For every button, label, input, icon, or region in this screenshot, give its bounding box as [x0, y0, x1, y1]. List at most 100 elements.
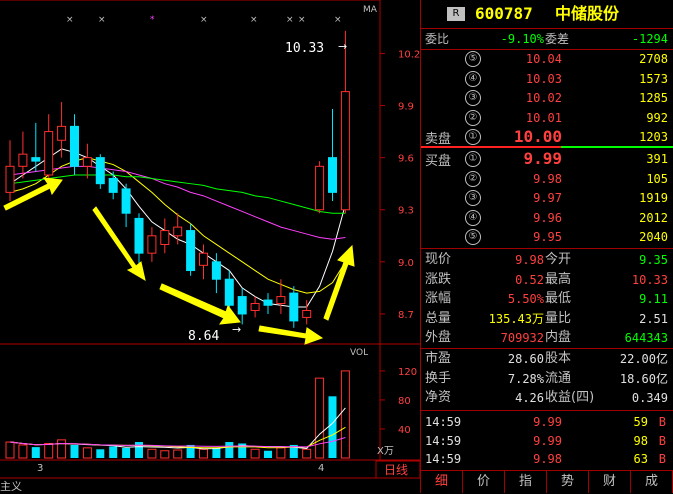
fund-row: 换手 7.28% 流通 18.60亿: [421, 370, 673, 388]
bid-volume: 105: [646, 171, 668, 186]
candle-body: [289, 292, 299, 322]
level-icon: ②: [465, 109, 481, 126]
stat-value: 709932: [500, 331, 544, 345]
ask-price: 10.04: [525, 52, 562, 66]
fund-value: 22.00亿: [619, 352, 668, 366]
tab-1[interactable]: 价: [463, 471, 505, 493]
vol-label: VOL: [350, 348, 368, 358]
tick-row[interactable]: 14:59 9.99 59 B: [421, 413, 673, 431]
candle-body: [70, 125, 79, 167]
tick-side: B: [658, 452, 666, 466]
candle-body: [173, 226, 183, 237]
tab-3[interactable]: 势: [547, 471, 589, 493]
price-tick-label: 9.6: [398, 154, 414, 165]
low-annotation: 8.64: [188, 329, 219, 344]
candle-body: [31, 157, 41, 162]
stat-value: 9.11: [639, 292, 668, 306]
ask-row[interactable]: ⑤ 10.04 2708: [421, 50, 673, 68]
tab-4[interactable]: 财: [589, 471, 631, 493]
event-marker-icon: *: [150, 15, 155, 25]
weicha-value: -1294: [631, 32, 668, 46]
kline-chart[interactable]: MA VOL × × * × × × × × 10.2 9.9 9.6 9.3 9.0 8.7 120 8…: [0, 0, 420, 493]
tick-price: 9.98: [533, 452, 562, 466]
vol-tick-label: 120: [398, 367, 417, 378]
event-marker-icon: ×: [98, 15, 106, 25]
stat-label: 今开: [545, 252, 572, 267]
level-icon: ①: [465, 129, 481, 145]
bid-row[interactable]: ④ 9.96 2012: [421, 209, 673, 227]
bottom-tabs: 细价指势财成: [421, 470, 673, 494]
bid-row[interactable]: ① 9.99 391: [421, 150, 673, 168]
ask-volume: 2708: [639, 52, 668, 66]
ask-row[interactable]: ② 10.01 992: [421, 109, 673, 127]
stat-value: 10.33: [631, 272, 668, 287]
ask-volume: 992: [646, 110, 668, 125]
stat-row: 涨跌 0.52 最高 10.33: [421, 271, 673, 289]
tick-row[interactable]: 14:59 9.99 98 B: [421, 432, 673, 450]
volume-bar: [315, 377, 325, 459]
stat-row: 现价 9.98 今开 9.35: [421, 251, 673, 269]
bottom-left-label: 主义: [0, 480, 22, 493]
bid-price: 9.95: [533, 230, 562, 244]
candle-body: [95, 157, 105, 185]
sell-label: 卖盘: [425, 132, 452, 147]
level-icon: ④: [465, 209, 481, 226]
ask-price: 10.01: [525, 110, 562, 125]
candle-body: [340, 91, 350, 211]
candle-body: [250, 303, 260, 311]
volume-bar: [96, 449, 105, 458]
ask-volume: 1573: [639, 71, 668, 86]
candle-body: [18, 153, 28, 167]
stat-label: 涨幅: [425, 291, 452, 306]
candle-body: [199, 252, 208, 266]
tick-side: B: [658, 415, 666, 429]
price-tick-label: 10.2: [398, 49, 420, 60]
stat-label: 总量: [425, 310, 452, 326]
vol-tick-label: 80: [398, 396, 411, 407]
volume-bar: [147, 448, 157, 459]
candle-body: [5, 165, 15, 193]
volume-bar: [122, 447, 131, 458]
low-arrow-icon: →: [232, 323, 241, 336]
candle-body: [315, 165, 325, 211]
fund-value: 4.26: [515, 391, 544, 405]
volume-bar: [173, 449, 183, 459]
volume-bar: [160, 450, 170, 459]
weibi-label: 委比: [425, 32, 450, 46]
stat-value: 2.51: [639, 311, 668, 326]
candle-body: [134, 217, 144, 254]
stat-value: 5.50%: [507, 292, 544, 306]
buy-label: 买盘: [425, 154, 452, 169]
bid-price: 9.99: [523, 149, 562, 168]
volume-bar: [276, 447, 286, 459]
level-icon: ④: [465, 70, 481, 87]
stat-label: 最高: [545, 271, 572, 287]
volume-bar: [302, 448, 312, 459]
weibi-row: 委比 -9.10% 委差 -1294: [421, 30, 673, 48]
ask-row[interactable]: ① 10.00 1203: [421, 128, 673, 146]
tick-row[interactable]: 14:59 9.98 63 B: [421, 450, 673, 468]
tab-2[interactable]: 指: [505, 471, 547, 493]
stat-value: 644343: [624, 331, 668, 345]
stock-name: 中储股份: [555, 4, 620, 23]
bid-row[interactable]: ⑤ 9.95 2040: [421, 228, 673, 246]
bid-row[interactable]: ② 9.98 105: [421, 170, 673, 188]
ask-row[interactable]: ③ 10.02 1285: [421, 89, 673, 107]
event-marker-icon: ×: [286, 15, 294, 25]
volume-bar: [264, 450, 272, 458]
tick-volume: 63: [633, 452, 648, 466]
fund-value: 0.349: [631, 391, 668, 405]
event-marker-icon: ×: [334, 15, 342, 25]
quote-panel: R 600787 中储股份 委比 -9.10% 委差 -1294 ⑤ 10.04 2…: [420, 0, 673, 493]
price-tick-label: 9.0: [398, 258, 414, 269]
tick-price: 9.99: [533, 415, 562, 429]
price-tick-label: 9.9: [398, 102, 414, 113]
tab-0[interactable]: 细: [421, 471, 463, 493]
bid-row[interactable]: ③ 9.97 1919: [421, 189, 673, 207]
high-arrow-icon: →: [338, 40, 347, 53]
bid-price: 9.98: [533, 171, 562, 186]
tab-5[interactable]: 成: [631, 471, 673, 493]
ask-row[interactable]: ④ 10.03 1573: [421, 70, 673, 88]
weicha-label: 委差: [545, 32, 570, 46]
volume-bar: [199, 448, 208, 459]
